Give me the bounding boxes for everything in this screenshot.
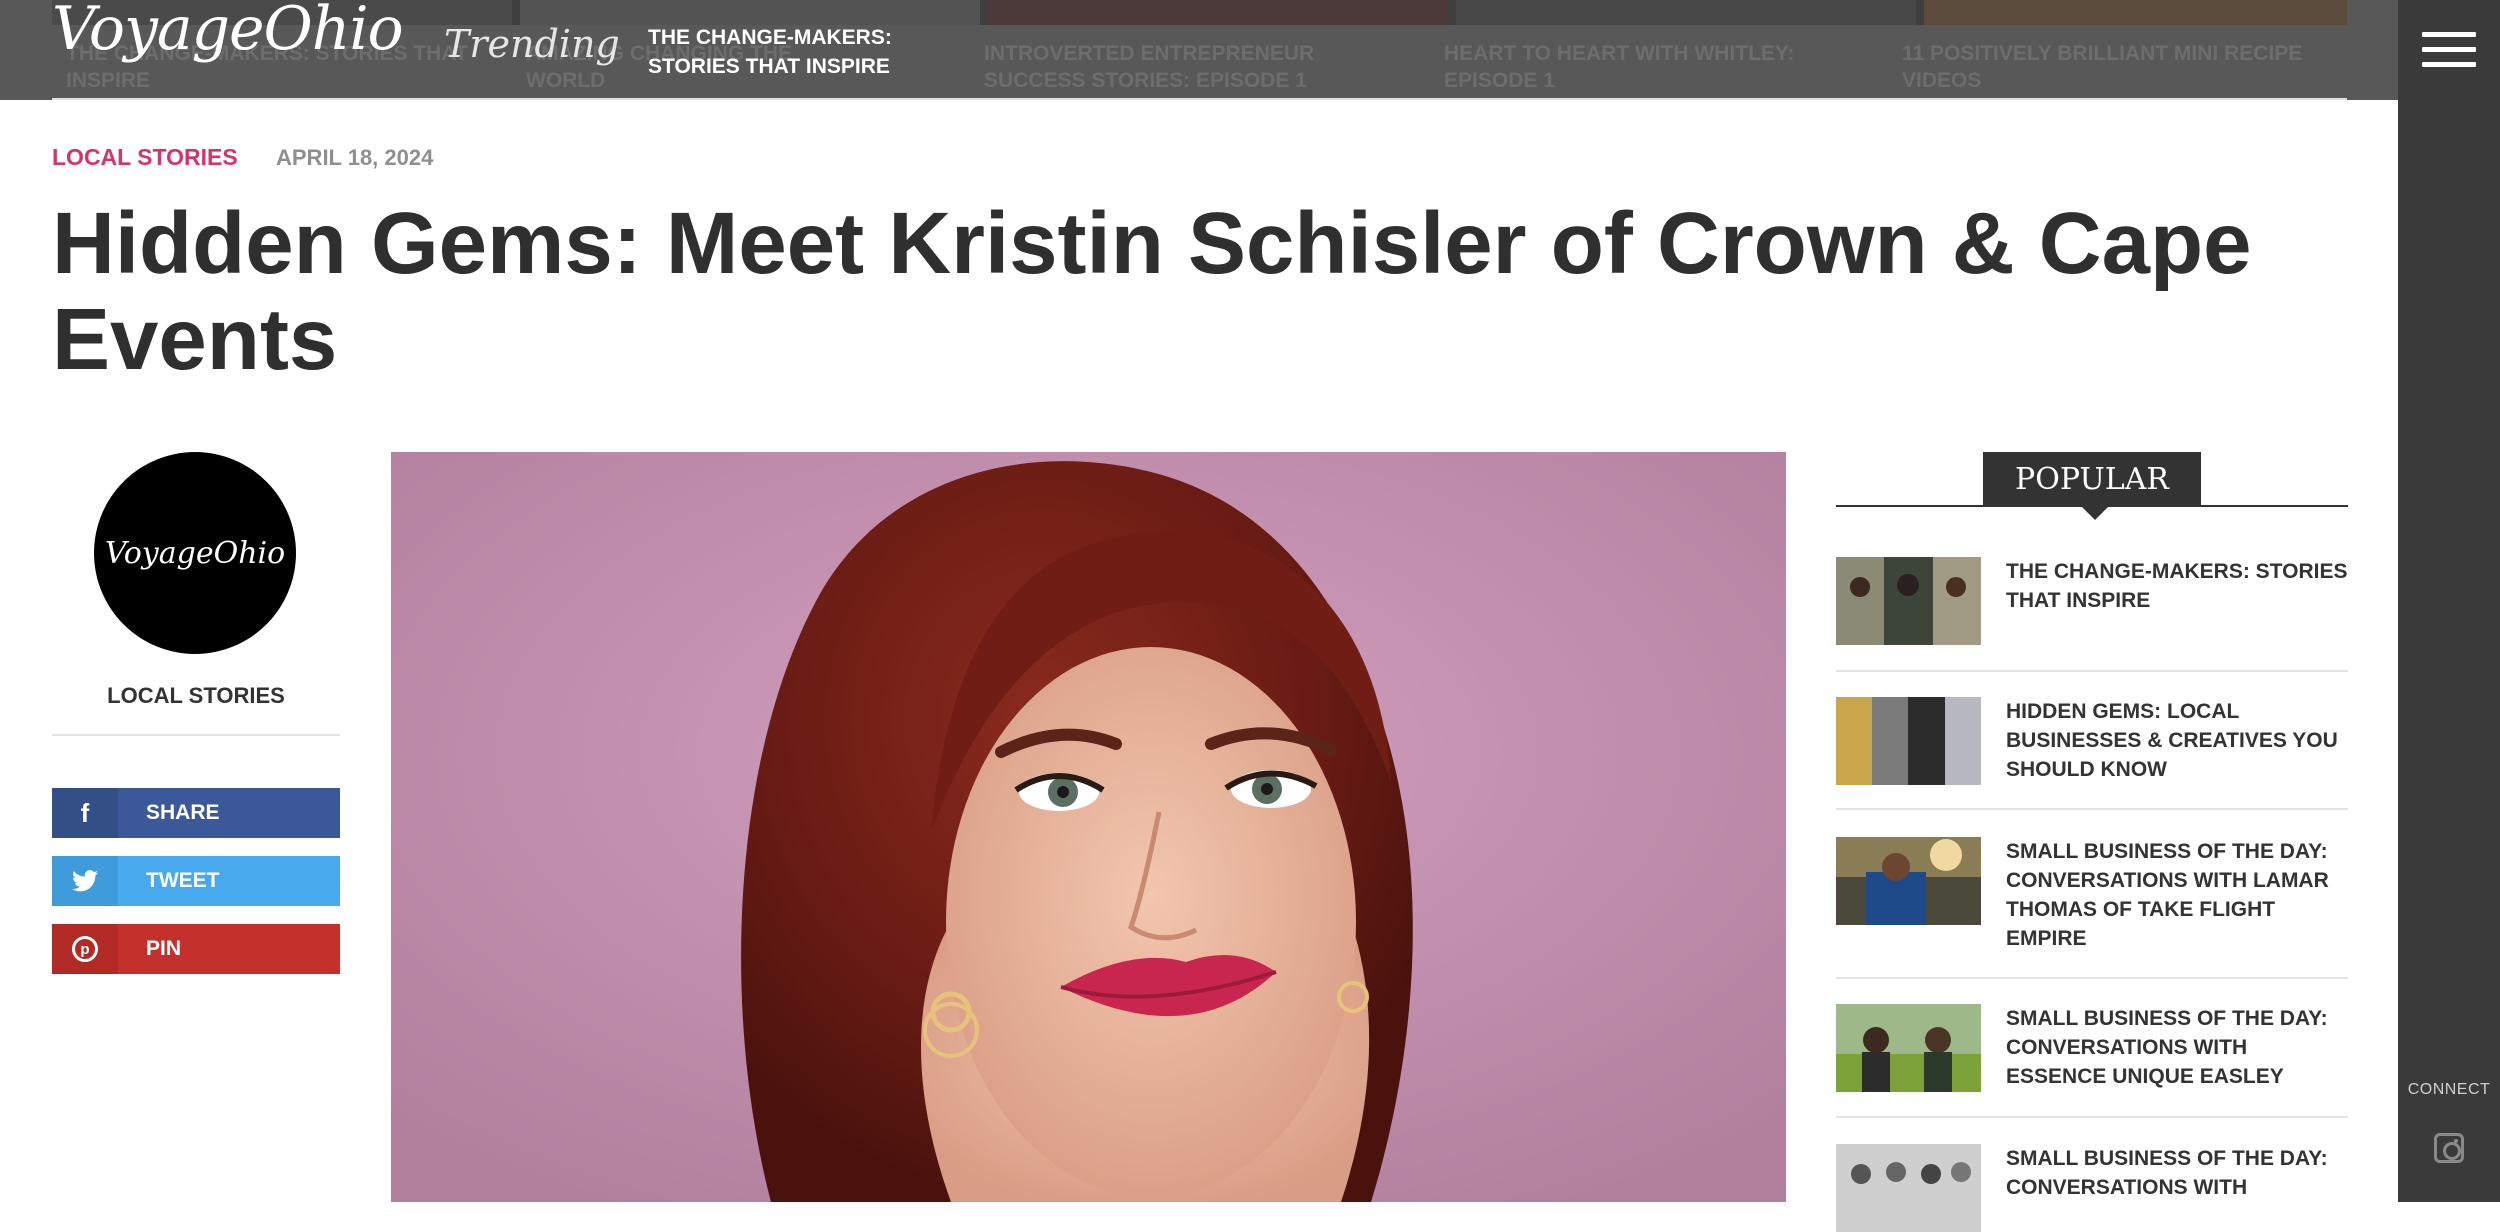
trending-ghost-item: 11 POSITIVELY BRILLIANT MINI RECIPE VIDE…: [1902, 42, 2303, 92]
facebook-icon: f: [52, 788, 118, 838]
popular-thumbnail[interactable]: [1836, 697, 1981, 785]
pinterest-share-button[interactable]: p PIN: [52, 924, 340, 974]
popular-item[interactable]: THE CHANGE-MAKERS: STORIES THAT INSPIRE: [1836, 557, 2348, 657]
author-category[interactable]: LOCAL STORIES: [52, 683, 340, 709]
popular-thumbnail[interactable]: [1836, 557, 1981, 645]
popular-item[interactable]: SMALL BUSINESS OF THE DAY: CONVERSATIONS…: [1836, 1144, 2348, 1232]
author-avatar[interactable]: VoyageOhio: [94, 452, 296, 654]
article-date: APRIL 18, 2024: [276, 145, 434, 170]
popular-item[interactable]: SMALL BUSINESS OF THE DAY: CONVERSATIONS…: [1836, 1004, 2348, 1124]
popular-divider: [1836, 670, 2348, 672]
side-rail: CONNECT: [2398, 0, 2500, 1202]
tweet-label: TWEET: [146, 869, 220, 892]
popular-item[interactable]: HIDDEN GEMS: LOCAL BUSINESSES & CREATIVE…: [1836, 697, 2348, 817]
popular-heading-pointer: [2081, 506, 2109, 520]
trending-story-link[interactable]: THE CHANGE-MAKERS: STORIES THAT INSPIRE: [648, 23, 908, 81]
share-label: SHARE: [146, 801, 220, 824]
trending-ghost-item: HEART TO HEART WITH WHITLEY: EPISODE 1: [1444, 42, 1795, 92]
site-logo[interactable]: VoyageOhio: [52, 0, 404, 64]
popular-item-title[interactable]: THE CHANGE-MAKERS: STORIES THAT INSPIRE: [2006, 557, 2348, 615]
popular-item-title[interactable]: HIDDEN GEMS: LOCAL BUSINESSES & CREATIVE…: [2006, 697, 2348, 784]
site-header: THE CHANGE-MAKERS: STORIES THAT INSPIRE …: [0, 0, 2398, 100]
article-category-link[interactable]: LOCAL STORIES: [52, 144, 238, 171]
pinterest-icon: p: [52, 924, 118, 974]
popular-divider: [1836, 808, 2348, 810]
trending-label: Trending: [444, 22, 620, 66]
article-feature-image: [391, 452, 1786, 1202]
connect-label: CONNECT: [2407, 1081, 2491, 1098]
popular-heading: POPULAR: [1983, 452, 2201, 507]
popular-thumbnail[interactable]: [1836, 1004, 1981, 1092]
popular-item-title[interactable]: SMALL BUSINESS OF THE DAY: CONVERSATIONS…: [2006, 837, 2348, 953]
twitter-icon: [52, 856, 118, 906]
author-divider: [52, 734, 340, 736]
article-title: Hidden Gems: Meet Kristin Schisler of Cr…: [52, 195, 2252, 388]
popular-item-title[interactable]: SMALL BUSINESS OF THE DAY: CONVERSATIONS…: [2006, 1144, 2348, 1202]
popular-item[interactable]: SMALL BUSINESS OF THE DAY: CONVERSATIONS…: [1836, 837, 2348, 987]
popular-thumbnail[interactable]: [1836, 837, 1981, 925]
header-divider: [52, 98, 2347, 100]
popular-divider: [1836, 1116, 2348, 1118]
twitter-share-button[interactable]: TWEET: [52, 856, 340, 906]
popular-thumbnail[interactable]: [1836, 1144, 1981, 1232]
popular-item-title[interactable]: SMALL BUSINESS OF THE DAY: CONVERSATIONS…: [2006, 1004, 2348, 1091]
popular-divider: [1836, 977, 2348, 979]
pin-label: PIN: [146, 937, 182, 960]
trending-ghost-item: INTROVERTED ENTREPRENEUR SUCCESS STORIES…: [984, 42, 1315, 92]
facebook-share-button[interactable]: f SHARE: [52, 788, 340, 838]
instagram-icon[interactable]: [2434, 1133, 2464, 1163]
avatar-logo-text: VoyageOhio: [104, 535, 286, 571]
hamburger-menu-icon[interactable]: [2422, 30, 2476, 70]
